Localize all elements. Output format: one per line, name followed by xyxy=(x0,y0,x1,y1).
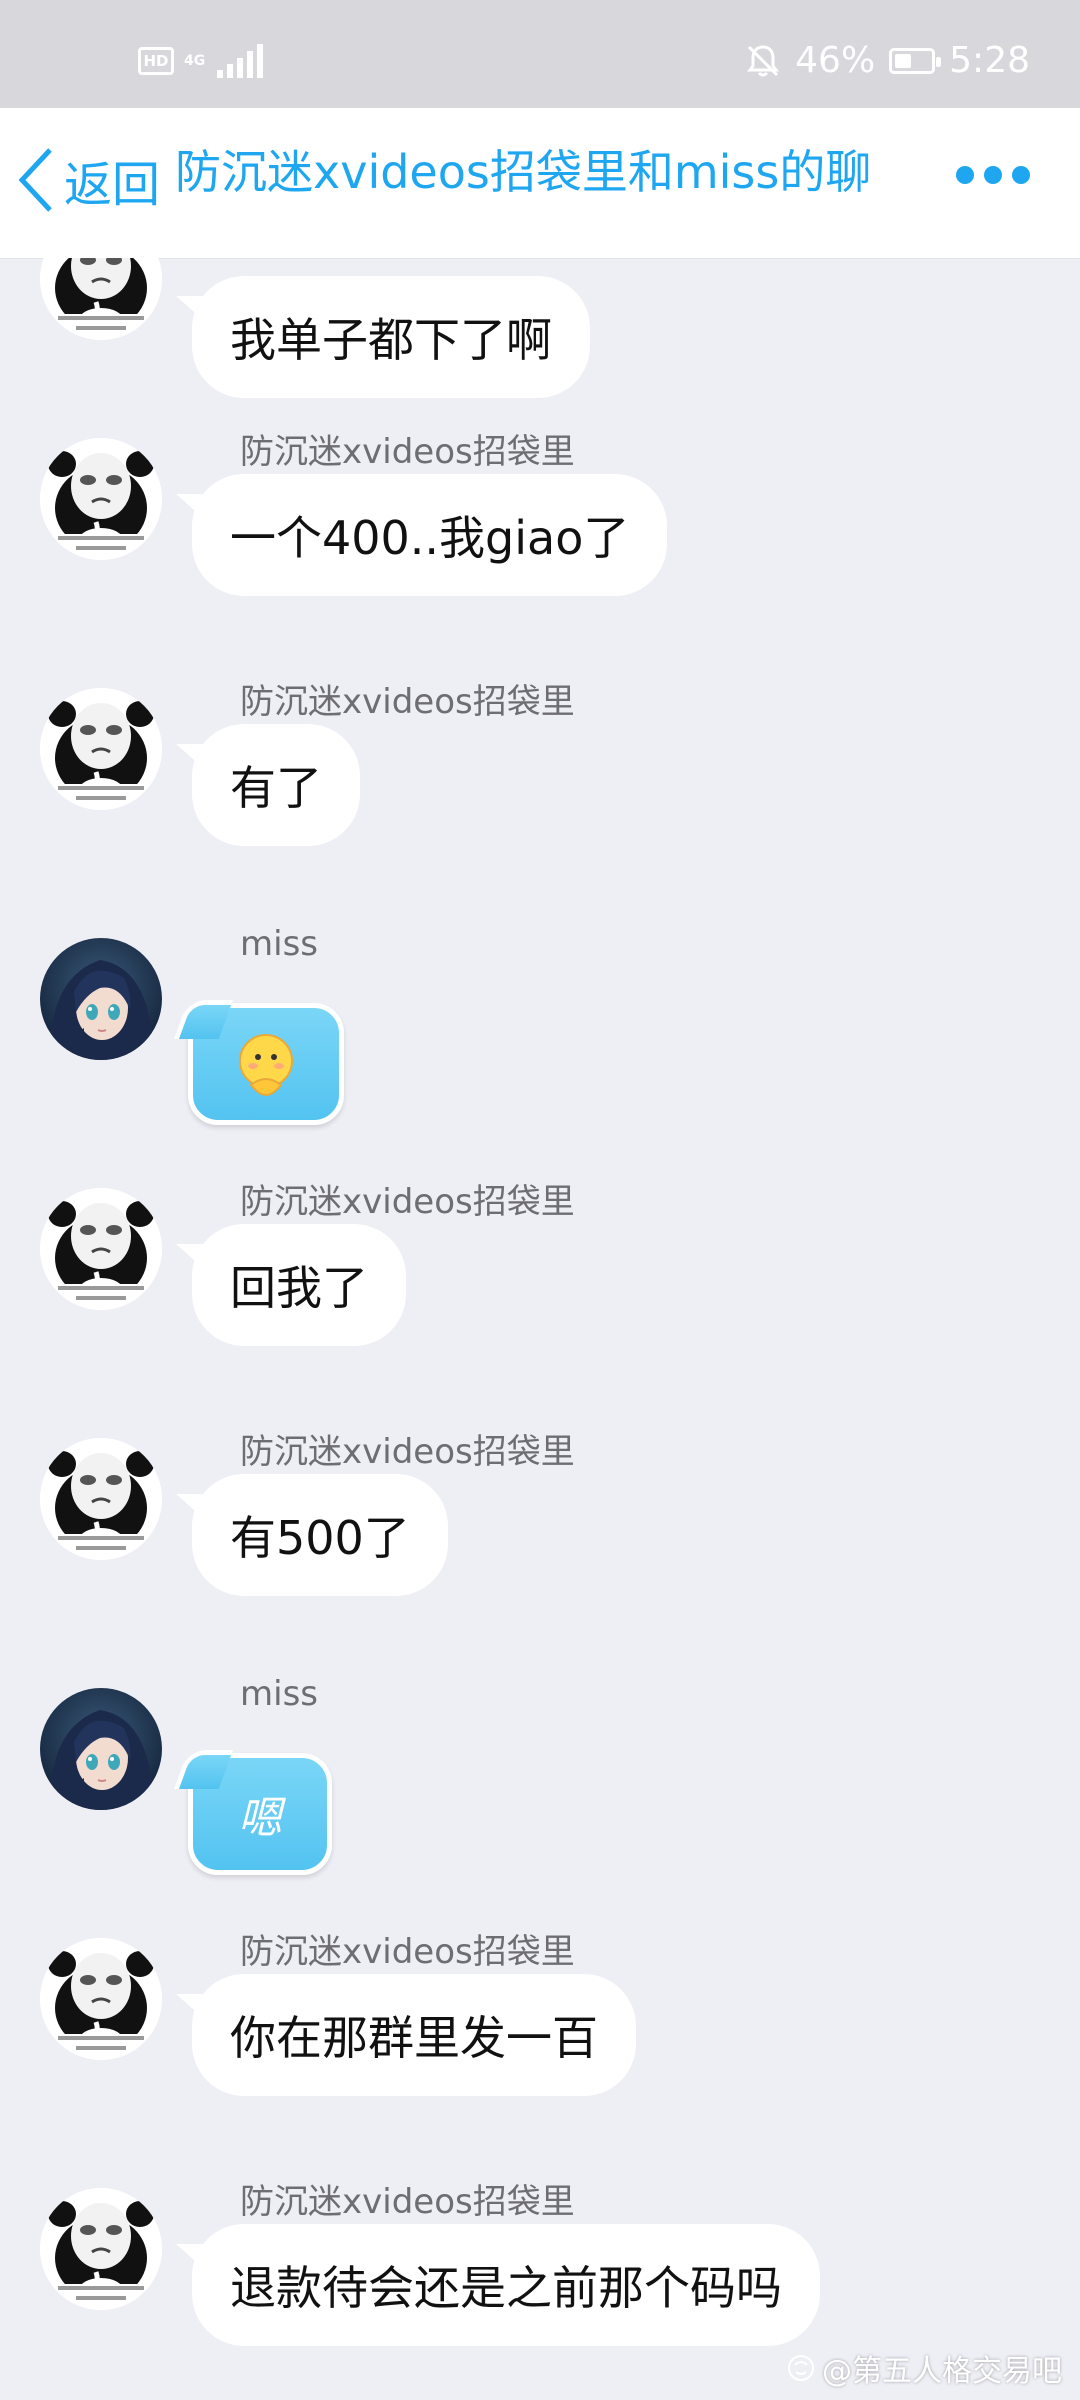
chat-message-list[interactable]: 我单子都下了啊 防沉迷xvideos招袋里 一个400..我giao了 防沉迷x… xyxy=(0,258,1080,2400)
panda-meme-icon xyxy=(40,258,162,340)
sticker-message[interactable]: 嗯 xyxy=(188,1753,332,1875)
panda-meme-icon xyxy=(40,688,162,810)
mute-bell-icon xyxy=(747,44,780,76)
back-label: 返回 xyxy=(64,157,161,213)
avatar[interactable] xyxy=(40,1688,162,1810)
tieba-logo-icon xyxy=(788,2355,814,2381)
avatar[interactable] xyxy=(40,1438,162,1560)
clock: 5:28 xyxy=(949,40,1030,81)
sticker-text: 嗯 xyxy=(238,1793,282,1844)
watermark-text: @第五人格交易吧 xyxy=(822,2354,1062,2389)
panda-meme-icon xyxy=(40,1188,162,1310)
avatar[interactable] xyxy=(40,2188,162,2310)
sender-name: miss xyxy=(240,924,318,964)
more-dot-icon xyxy=(984,166,1002,184)
anime-girl-icon xyxy=(40,938,162,1060)
message-bubble[interactable]: 有了 xyxy=(192,724,360,846)
battery-percent: 46% xyxy=(795,40,876,81)
avatar[interactable] xyxy=(40,938,162,1060)
more-dot-icon xyxy=(1012,166,1030,184)
signal-icon xyxy=(217,44,264,78)
battery-fill xyxy=(895,53,911,68)
sender-name: 防沉迷xvideos招袋里 xyxy=(240,1432,575,1472)
panda-meme-icon xyxy=(40,1438,162,1560)
sender-name: 防沉迷xvideos招袋里 xyxy=(240,682,575,722)
network-type: 4G xyxy=(184,53,206,69)
avatar[interactable] xyxy=(40,438,162,560)
more-dot-icon xyxy=(956,166,974,184)
sender-name: 防沉迷xvideos招袋里 xyxy=(240,432,575,472)
message-bubble[interactable]: 回我了 xyxy=(192,1224,406,1346)
avatar[interactable] xyxy=(40,688,162,810)
sender-name: 防沉迷xvideos招袋里 xyxy=(240,1182,575,1222)
thinking-face-icon xyxy=(239,1034,293,1097)
status-right: 46% 5:28 xyxy=(745,40,1030,81)
message-bubble[interactable]: 有500了 xyxy=(192,1474,448,1596)
page-title: 防沉迷xvideos招袋里和miss的聊 xyxy=(175,145,872,199)
panda-meme-icon xyxy=(40,438,162,560)
status-left: HD 4G xyxy=(138,44,264,78)
sender-name: 防沉迷xvideos招袋里 xyxy=(240,1932,575,1972)
message-bubble[interactable]: 你在那群里发一百 xyxy=(192,1974,636,2096)
message-bubble[interactable]: 我单子都下了啊 xyxy=(192,276,590,398)
sender-name: 防沉迷xvideos招袋里 xyxy=(240,2182,575,2222)
panda-meme-icon xyxy=(40,2188,162,2310)
message-bubble[interactable]: 退款待会还是之前那个码吗 xyxy=(192,2224,820,2346)
sender-name: miss xyxy=(240,1674,318,1714)
avatar[interactable] xyxy=(40,1938,162,2060)
avatar[interactable] xyxy=(40,1188,162,1310)
message-bubble[interactable]: 一个400..我giao了 xyxy=(192,474,668,596)
hd-icon: HD xyxy=(138,47,174,75)
watermark: @第五人格交易吧 xyxy=(786,2346,1062,2390)
avatar[interactable] xyxy=(40,258,162,340)
chat-header: 返回 防沉迷xvideos招袋里和miss的聊 xyxy=(0,108,1080,259)
back-button[interactable]: 返回 xyxy=(14,144,160,216)
more-options-button[interactable] xyxy=(956,166,1030,184)
chevron-left-icon xyxy=(18,148,52,212)
panda-meme-icon xyxy=(40,1938,162,2060)
sticker-message[interactable] xyxy=(188,1003,344,1125)
battery-icon xyxy=(889,47,942,74)
status-bar: HD 4G 46% 5:28 xyxy=(0,0,1080,108)
anime-girl-icon xyxy=(40,1688,162,1810)
